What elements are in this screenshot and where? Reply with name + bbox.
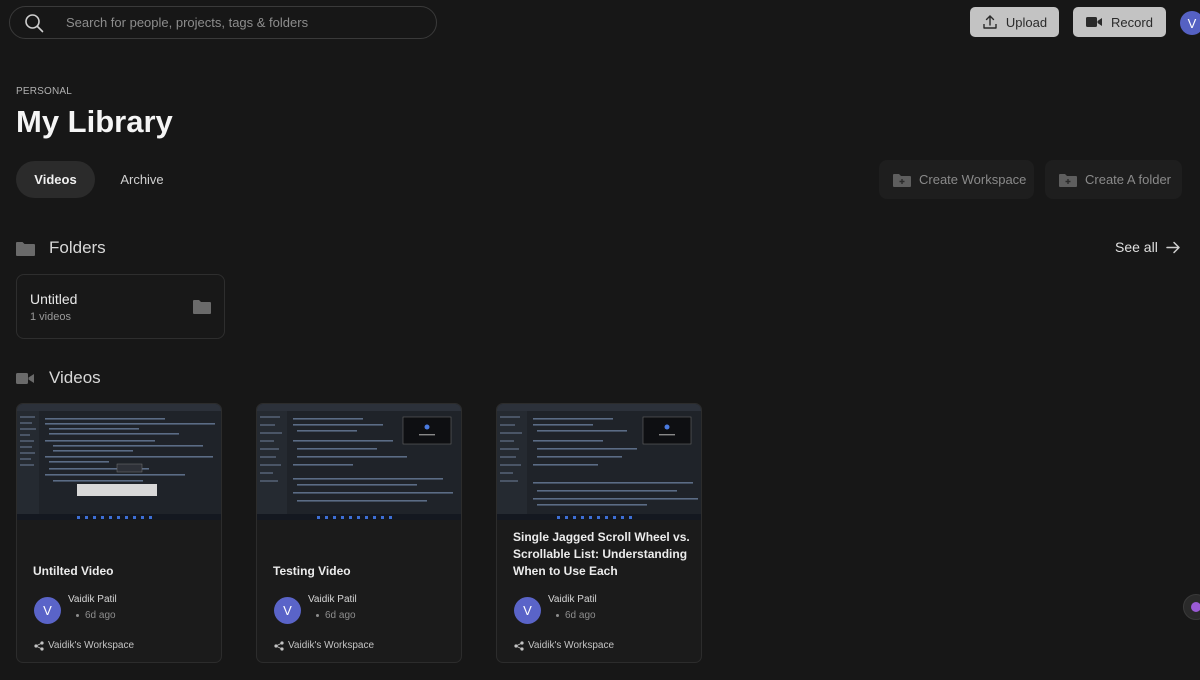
folders-heading-label: Folders xyxy=(49,238,106,257)
library-eyebrow: PERSONAL xyxy=(16,86,73,97)
folder-plus-icon xyxy=(1059,173,1077,187)
author-name: Vaidik Patil xyxy=(308,594,357,605)
author-name: Vaidik Patil xyxy=(68,594,117,605)
workspace-label[interactable]: Vaidik's Workspace xyxy=(274,640,374,651)
top-bar: Upload Record V xyxy=(0,0,1200,44)
video-time: 6d ago xyxy=(316,610,356,621)
share-icon xyxy=(274,640,284,651)
folder-name: Untitled xyxy=(30,291,78,307)
workspace-name: Vaidik's Workspace xyxy=(48,640,135,651)
video-card[interactable]: Single Jagged Scroll Wheel vs. Scrollabl… xyxy=(496,403,702,663)
video-title[interactable]: Testing Video xyxy=(273,563,451,580)
author-name: Vaidik Patil xyxy=(548,594,597,605)
video-camera-icon xyxy=(1086,17,1103,27)
workspace-name: Vaidik's Workspace xyxy=(288,640,375,651)
share-icon xyxy=(514,640,524,651)
video-time: 6d ago xyxy=(76,610,116,621)
folder-count: 1 videos xyxy=(30,311,71,323)
video-card[interactable]: Untilted Video V Vaidik Patil 6d ago Vai… xyxy=(16,403,222,663)
record-label: Record xyxy=(1111,14,1153,30)
video-title[interactable]: Untilted Video xyxy=(33,563,211,580)
create-workspace-label: Create Workspace xyxy=(919,172,1027,187)
video-thumbnail[interactable] xyxy=(497,404,701,520)
video-time-label: 6d ago xyxy=(85,610,116,621)
video-time-label: 6d ago xyxy=(565,610,596,621)
folders-heading: Folders xyxy=(16,238,106,258)
bullet-icon xyxy=(556,614,559,617)
videos-heading: Videos xyxy=(16,368,101,388)
search-icon xyxy=(25,14,44,33)
folder-card[interactable]: Untitled 1 videos xyxy=(16,274,225,339)
folder-icon xyxy=(193,300,211,314)
assistant-icon xyxy=(1191,602,1200,612)
upload-icon xyxy=(983,15,997,29)
record-button[interactable]: Record xyxy=(1073,7,1166,37)
author-avatar: V xyxy=(514,597,541,624)
search-bar[interactable] xyxy=(9,6,437,39)
create-folder-label: Create A folder xyxy=(1085,172,1171,187)
bullet-icon xyxy=(316,614,319,617)
video-title[interactable]: Single Jagged Scroll Wheel vs. Scrollabl… xyxy=(513,529,691,580)
see-all-label: See all xyxy=(1115,239,1158,255)
workspace-label[interactable]: Vaidik's Workspace xyxy=(514,640,614,651)
video-time-label: 6d ago xyxy=(325,610,356,621)
floating-assistant-button[interactable] xyxy=(1183,594,1200,620)
workspace-name: Vaidik's Workspace xyxy=(528,640,615,651)
folder-plus-icon xyxy=(893,173,911,187)
upload-button[interactable]: Upload xyxy=(970,7,1059,37)
author-avatar: V xyxy=(34,597,61,624)
search-input[interactable] xyxy=(66,7,426,38)
author-avatar: V xyxy=(274,597,301,624)
video-card[interactable]: Testing Video V Vaidik Patil 6d ago Vaid… xyxy=(256,403,462,663)
user-avatar[interactable]: V xyxy=(1180,11,1200,35)
videos-heading-label: Videos xyxy=(49,368,101,387)
page-title: My Library xyxy=(16,104,173,139)
tab-archive[interactable]: Archive xyxy=(105,161,179,198)
video-thumbnail[interactable] xyxy=(257,404,461,520)
folder-icon xyxy=(16,241,35,256)
video-thumbnail[interactable] xyxy=(17,404,221,520)
arrow-right-icon xyxy=(1166,241,1180,253)
share-icon xyxy=(34,640,44,651)
upload-label: Upload xyxy=(1005,14,1048,30)
tab-videos[interactable]: Videos xyxy=(16,161,95,198)
video-time: 6d ago xyxy=(556,610,596,621)
see-all-link[interactable]: See all xyxy=(1115,239,1181,255)
workspace-label[interactable]: Vaidik's Workspace xyxy=(34,640,134,651)
create-workspace-button[interactable]: Create Workspace xyxy=(879,160,1034,199)
video-camera-icon xyxy=(16,372,34,384)
create-folder-button[interactable]: Create A folder xyxy=(1045,160,1182,199)
bullet-icon xyxy=(76,614,79,617)
